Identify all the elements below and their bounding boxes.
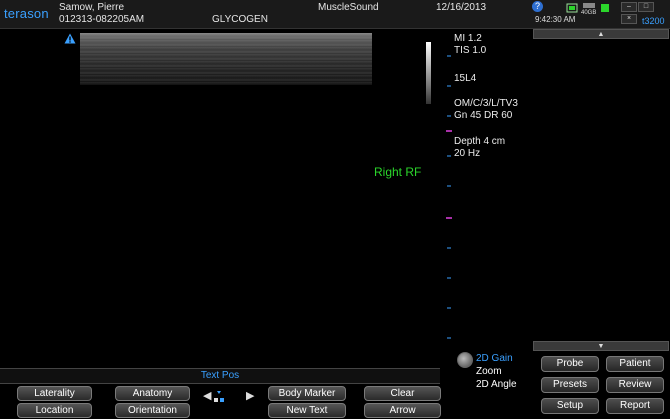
exam-date: 12/16/2013 [436,2,487,13]
probe-readout: 15L4 [454,73,477,84]
location-button[interactable]: Location [17,403,92,418]
patient-button[interactable]: Patient [606,356,664,372]
review-button[interactable]: Review [606,377,664,393]
institution-name: MuscleSound [318,2,379,13]
new-text-button[interactable]: New Text [268,403,346,418]
presets-button[interactable]: Presets [541,377,599,393]
grayscale-bar [426,42,431,104]
top-bar: terason Samow, Pierre 012313-082205AM GL… [0,0,670,29]
warning-icon [64,33,76,44]
status-icons: 40GB [566,1,616,27]
scroll-up-button[interactable]: ▲ [533,29,669,39]
restore-icon[interactable]: □ [638,2,654,12]
system-model: t3200 [642,16,665,26]
nav-left-icon[interactable]: ◀ [203,389,211,402]
clear-button[interactable]: Clear [364,386,441,401]
depth-readout: Depth 4 cm [454,136,506,147]
nav-right-icon[interactable]: ▶ [246,389,254,402]
report-button[interactable]: Report [606,398,664,414]
ultrasound-image [80,33,372,85]
gain-dr-readout: Gn 45 DR 60 [454,110,513,121]
tis-readout: TIS 1.0 [454,45,487,56]
text-pos-bar[interactable]: Text Pos [0,368,440,384]
patient-id: 012313-082205AM [59,14,145,25]
text-position-icon[interactable] [212,390,228,404]
probe-button[interactable]: Probe [541,356,599,372]
brand-logo: terason [4,6,49,21]
gain-control-label[interactable]: 2D Gain [476,353,513,365]
laterality-button[interactable]: Laterality [17,386,92,401]
frame-rate-readout: 20 Hz [454,148,481,159]
patient-name: Samow, Pierre [59,2,125,13]
minimize-icon[interactable]: – [621,2,637,12]
zoom-control-label[interactable]: Zoom [476,366,502,378]
storage-indicator: 40GB [581,10,597,16]
help-icon[interactable]: ? [532,1,543,12]
close-icon[interactable]: × [621,14,637,24]
angle-control-label[interactable]: 2D Angle [476,379,517,391]
body-marker-button[interactable]: Body Marker [268,386,346,401]
preset-readout: OM/C/3/L/TV3 [454,98,518,109]
arrow-button[interactable]: Arrow [364,403,441,418]
image-annotation[interactable]: Right RF [374,165,421,179]
mi-readout: MI 1.2 [454,33,482,44]
study-label: GLYCOGEN [212,14,268,25]
orientation-button[interactable]: Orientation [115,403,190,418]
setup-button[interactable]: Setup [541,398,599,414]
depth-scale [446,55,452,339]
scroll-down-button[interactable]: ▼ [533,341,669,351]
control-dial-icon[interactable] [457,352,473,368]
anatomy-button[interactable]: Anatomy [115,386,190,401]
